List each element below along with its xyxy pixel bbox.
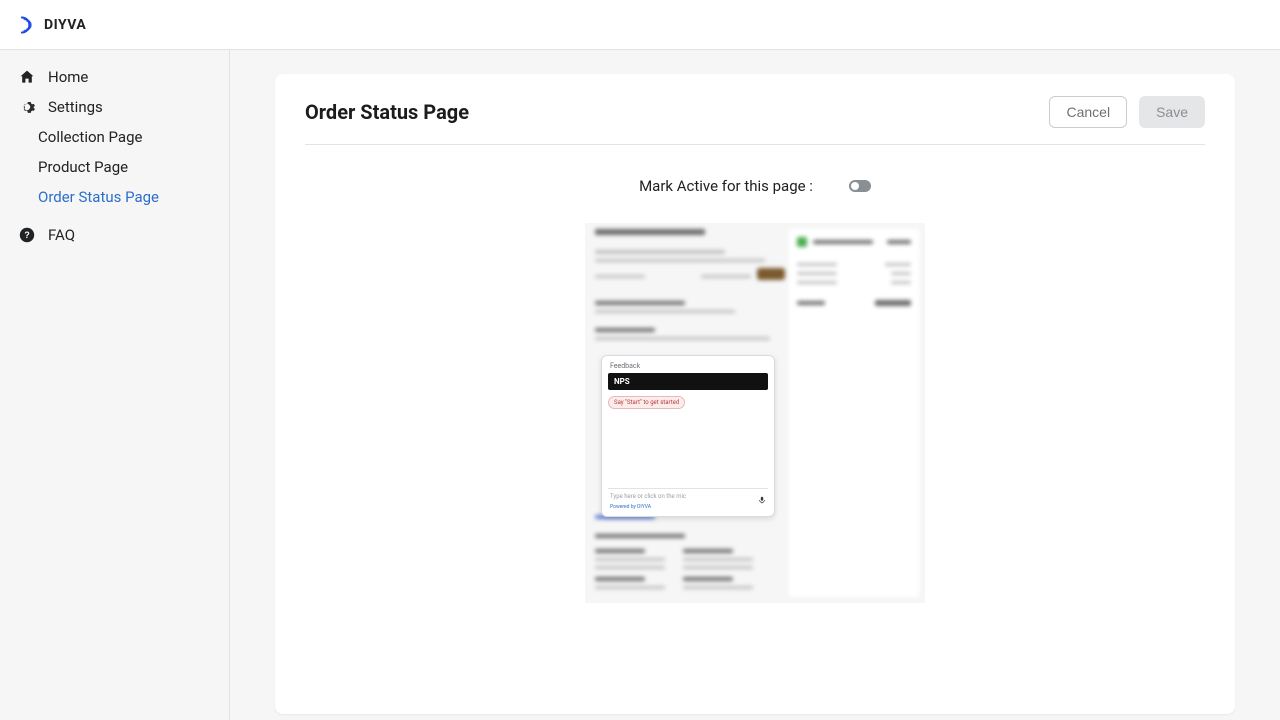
sidebar-item-label: Product Page [38, 158, 128, 176]
sidebar: Home Settings Collection Page Product Pa… [0, 50, 230, 720]
page-preview: Feedback NPS Say "Start" to get started … [585, 223, 925, 603]
widget-input-row: Type here or click on the mic [608, 488, 768, 502]
page-title: Order Status Page [305, 100, 469, 124]
sidebar-item-home[interactable]: Home [0, 62, 229, 92]
divider [305, 144, 1205, 145]
sidebar-item-faq[interactable]: ? FAQ [0, 220, 229, 250]
widget-input-placeholder[interactable]: Type here or click on the mic [610, 493, 754, 500]
cancel-button[interactable]: Cancel [1049, 96, 1127, 128]
sidebar-item-label: Collection Page [38, 128, 142, 146]
widget-title: NPS [608, 373, 768, 390]
topbar: DIYVA [0, 0, 1280, 50]
widget-section-label: Feedback [608, 362, 768, 370]
sidebar-item-label: Settings [48, 98, 103, 116]
sidebar-sub-product[interactable]: Product Page [0, 152, 229, 182]
sidebar-item-label: FAQ [48, 226, 75, 244]
main-content: Order Status Page Cancel Save Mark Activ… [230, 50, 1280, 720]
svg-text:?: ? [24, 230, 29, 240]
toggle-label: Mark Active for this page : [639, 177, 813, 195]
toggle-knob [851, 182, 859, 190]
settings-card: Order Status Page Cancel Save Mark Activ… [275, 74, 1235, 714]
active-toggle[interactable] [849, 180, 871, 192]
sidebar-item-settings[interactable]: Settings [0, 92, 229, 122]
sidebar-sub-collection[interactable]: Collection Page [0, 122, 229, 152]
help-icon: ? [18, 226, 36, 244]
brand-logo-icon [16, 15, 36, 35]
sidebar-item-label: Order Status Page [38, 188, 159, 206]
home-icon [18, 68, 36, 86]
brand-name: DIYVA [44, 17, 86, 33]
sidebar-item-label: Home [48, 68, 88, 86]
microphone-icon[interactable] [758, 492, 766, 500]
feedback-widget: Feedback NPS Say "Start" to get started … [601, 355, 775, 517]
gear-icon [18, 98, 36, 116]
widget-start-chip: Say "Start" to get started [608, 396, 685, 409]
brand: DIYVA [16, 15, 86, 35]
sidebar-sub-order-status[interactable]: Order Status Page [0, 182, 229, 212]
widget-footer: Powered by DIYVA [608, 504, 768, 510]
save-button[interactable]: Save [1139, 96, 1205, 128]
